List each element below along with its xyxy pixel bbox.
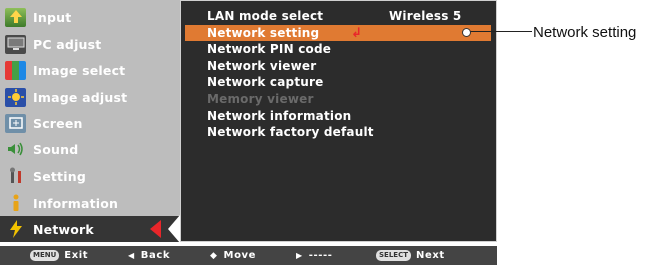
callout-line — [466, 31, 532, 32]
sidebar-item-input[interactable]: Input — [0, 4, 180, 30]
back-guide: ◀ Back — [128, 249, 170, 262]
move-label: Move — [223, 250, 257, 261]
sidebar-item-label: Information — [33, 195, 119, 211]
exit-label: Exit — [64, 250, 89, 261]
move-arrows-icon: ◆ — [210, 251, 218, 261]
sidebar-item-setting[interactable]: Setting — [0, 163, 180, 189]
enter-icon: ↲ — [351, 26, 363, 41]
pc-adjust-icon — [5, 34, 26, 54]
sidebar-item-label: Screen — [33, 115, 83, 131]
select-key-icon: SELECT — [376, 249, 411, 261]
sidebar-item-sound[interactable]: Sound — [0, 136, 180, 162]
image-adjust-icon — [5, 87, 26, 107]
menu-row-network-capture[interactable]: Network capture — [185, 74, 491, 90]
sidebar-item-label: Setting — [33, 168, 86, 184]
sidebar: Input PC adjust Image select Image adjus… — [0, 0, 180, 243]
menu-row-label: Network setting — [207, 26, 320, 40]
information-icon — [5, 194, 26, 213]
sidebar-item-label: PC adjust — [33, 36, 102, 52]
callout-label: Network setting — [533, 24, 637, 41]
sidebar-item-label: Sound — [33, 141, 79, 157]
selection-notch — [168, 215, 180, 243]
menu-row-network-setting[interactable]: Network setting ↲ — [185, 25, 491, 41]
menu-row-label: Network factory default — [207, 125, 374, 139]
back-label: Back — [140, 250, 171, 261]
menu-row-label: Network information — [207, 109, 352, 123]
menu-row-label: LAN mode select — [207, 9, 324, 23]
sidebar-item-pc-adjust[interactable]: PC adjust — [0, 31, 180, 57]
menu-row-label: Network viewer — [207, 59, 317, 73]
callout-dot — [462, 28, 471, 37]
select-guide: SELECT Next — [376, 249, 445, 262]
screen-icon — [5, 113, 26, 133]
dashes-label: ----- — [308, 250, 333, 261]
sidebar-item-image-adjust[interactable]: Image adjust — [0, 84, 180, 110]
menu-key-icon: MENU — [30, 249, 60, 261]
menu-row-network-pin-code[interactable]: Network PIN code — [185, 41, 491, 57]
sound-icon — [5, 140, 26, 159]
menu-row-label: Memory viewer — [207, 92, 314, 106]
move-guide: ◆ Move — [210, 249, 256, 263]
sidebar-item-label: Input — [33, 9, 72, 25]
exit-guide: MENU Exit — [30, 249, 88, 262]
input-icon — [5, 7, 26, 27]
sidebar-item-information[interactable]: Information — [0, 190, 180, 216]
menu-row-network-viewer[interactable]: Network viewer — [185, 58, 491, 74]
menu-row-value: Wireless 5 — [389, 9, 462, 23]
sidebar-item-label: Image select — [33, 62, 126, 78]
menu-row-label: Network capture — [207, 75, 324, 89]
menu-row-network-information[interactable]: Network information — [185, 108, 491, 124]
sidebar-item-screen[interactable]: Screen — [0, 110, 180, 136]
selection-arrow-icon — [150, 220, 161, 238]
menu-row-lan-mode-select[interactable]: LAN mode select Wireless 5 — [185, 8, 491, 24]
sidebar-item-label: Image adjust — [33, 89, 128, 105]
menu-row-memory-viewer: Memory viewer — [185, 91, 491, 107]
network-menu-panel: LAN mode select Wireless 5 Network setti… — [180, 0, 497, 242]
next-guide: ▶ ----- — [296, 249, 333, 262]
menu-row-network-factory-default[interactable]: Network factory default — [185, 124, 491, 140]
sidebar-item-label: Network — [33, 221, 94, 237]
button-guide-bar: MENU Exit ◀ Back ◆ Move ▶ ----- SELECT Next — [0, 246, 497, 265]
next-label: Next — [415, 250, 445, 261]
right-arrow-icon: ▶ — [296, 251, 303, 260]
menu-row-label: Network PIN code — [207, 42, 332, 56]
image-select-icon — [5, 60, 26, 80]
left-arrow-icon: ◀ — [128, 251, 135, 260]
network-icon — [5, 220, 26, 239]
sidebar-item-network[interactable]: Network — [0, 215, 180, 243]
setting-icon — [5, 167, 26, 186]
sidebar-item-image-select[interactable]: Image select — [0, 57, 180, 83]
